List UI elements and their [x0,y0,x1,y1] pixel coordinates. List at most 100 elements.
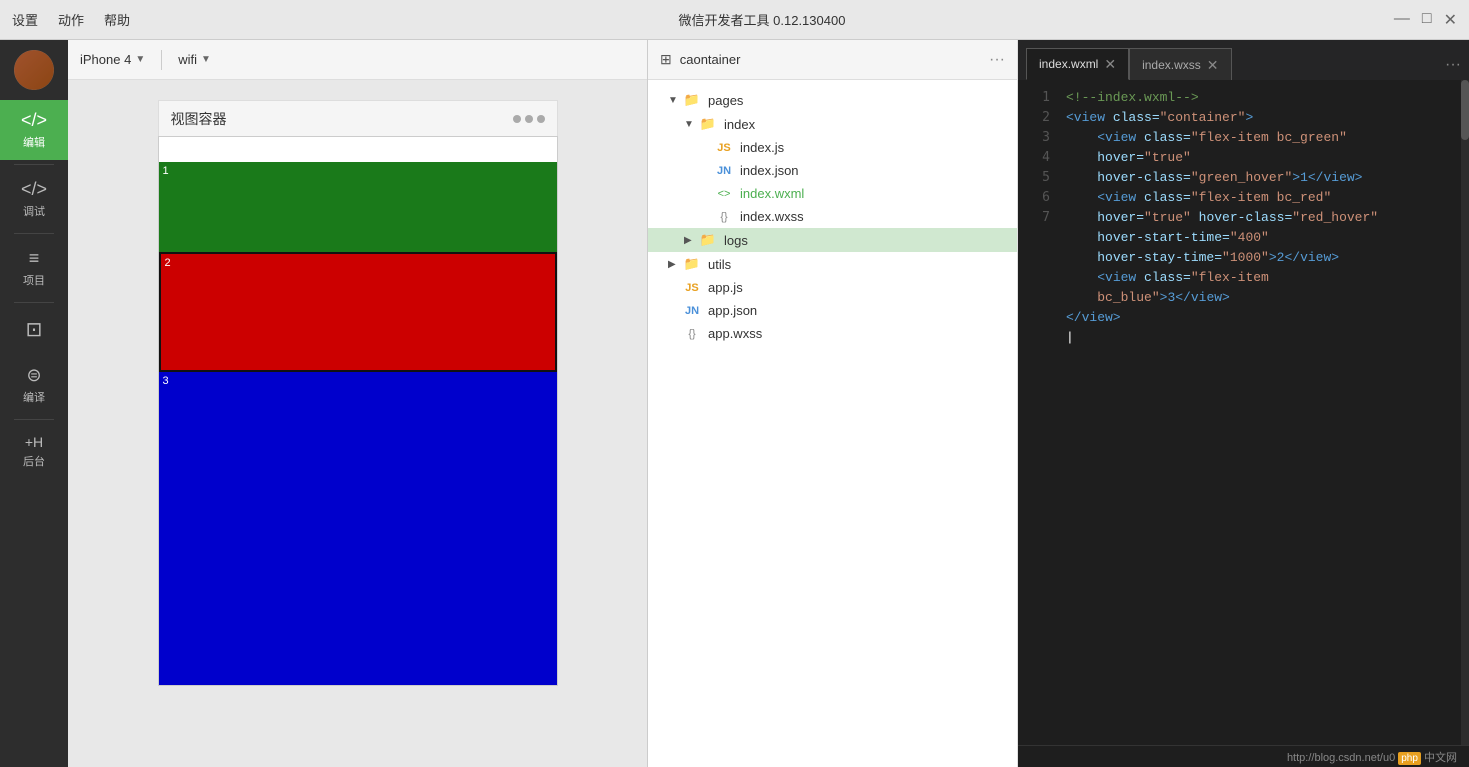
app-js-icon: JS [682,282,702,294]
titlebar: 设置 动作 帮助 微信开发者工具 0.12.130400 — □ ✕ [0,0,1469,40]
statusbar: http://blog.csdn.net/u0 php 中文网 [1018,745,1469,767]
filetree-more-button[interactable]: ··· [989,51,1005,69]
tree-item-pages[interactable]: ▼ 📁 pages [648,88,1017,112]
menu-help[interactable]: 帮助 [104,10,130,29]
filetree-icon: ⊞ [660,51,672,68]
maximize-button[interactable]: □ [1422,10,1432,30]
tree-item-utils[interactable]: ▶ 📁 utils [648,252,1017,276]
editor-area: index.wxml ✕ index.wxss ✕ ··· 1 2 3 4 5 … [1018,40,1469,767]
sidebar-item-edit[interactable]: </> 编辑 [0,100,68,160]
attr-hover-2: hover= [1097,210,1144,225]
val-1000: "1000" [1222,250,1269,265]
pages-folder-icon: 📁 [682,92,702,108]
js-icon: JS [714,142,734,154]
attr-class: class= [1113,110,1160,125]
sidebar-item-component[interactable]: ⊡ [0,307,68,355]
dot-2 [525,115,533,123]
dot-3 [537,115,545,123]
logs-label: logs [724,233,748,248]
tab-wxss-close[interactable]: ✕ [1207,58,1219,72]
tree-item-logs[interactable]: ▶ 📁 logs [648,228,1017,252]
tree-item-index-js[interactable]: JS index.js [648,136,1017,159]
statusbar-link-text: http://blog.csdn.net/u0 [1287,752,1395,764]
tag-3-text: >3</view> [1160,290,1230,305]
tree-item-app-wxss[interactable]: {} app.wxss [648,322,1017,345]
tree-item-index-wxss[interactable]: {} index.wxss [648,205,1017,228]
minimize-button[interactable]: — [1394,10,1410,30]
device-selector[interactable]: iPhone 4 ▼ [80,52,145,67]
filetree-toolbar: ⊞ caontainer ··· [648,40,1017,80]
logs-folder-icon: 📁 [698,232,718,248]
statusbar-suffix: 中文网 [1424,752,1457,764]
code-line-13: | [1058,328,1469,348]
app-json-label: app.json [708,303,757,318]
val-flex-green: "flex-item bc_green" [1191,130,1347,145]
network-dropdown-arrow[interactable]: ▼ [201,54,211,65]
code-line-7: hover="true" hover-class="red_hover" [1058,208,1469,228]
simulator-frame: 视图容器 1 2 3 [68,80,647,767]
tree-item-index-wxml[interactable]: <> index.wxml [648,182,1017,205]
tab-wxml-close[interactable]: ✕ [1104,57,1116,71]
sidebar-item-backend[interactable]: +H 后台 [0,424,68,479]
app-wxss-label: app.wxss [708,326,762,341]
tree-item-app-json[interactable]: JN app.json [648,299,1017,322]
simulator-toolbar: iPhone 4 ▼ wifi ▼ [68,40,647,80]
device-dropdown-arrow[interactable]: ▼ [135,54,145,65]
editor-content[interactable]: 1 2 3 4 5 6 7 <!--index.wxml--><view cla… [1018,80,1469,745]
tab-wxss-label: index.wxss [1142,58,1201,72]
attr-hover-start: hover-start-time= [1097,230,1230,245]
code-editor[interactable]: <!--index.wxml--><view class="container"… [1058,88,1469,737]
toolbar-separator-1 [161,50,162,70]
wxml-icon: <> [714,188,734,200]
line-num-5: 5 [1026,168,1050,188]
code-line-4: hover="true" [1058,148,1469,168]
tree-item-app-js[interactable]: JS app.js [648,276,1017,299]
component-icon: ⊡ [26,317,43,342]
network-selector[interactable]: wifi ▼ [178,52,211,67]
sidebar-label-compile: 编译 [23,389,45,405]
tab-wxml-label: index.wxml [1039,57,1098,71]
json-icon: JN [714,165,734,177]
val-flex-blue: "flex-item [1191,270,1269,285]
code-line-2: <view class="container"> [1058,108,1469,128]
attr-hover-class: hover-class= [1097,170,1191,185]
tag-2-text: >2</view> [1269,250,1339,265]
sidebar-item-debug[interactable]: </> 调试 [0,169,68,229]
editor-tabs-more[interactable]: ··· [1445,56,1461,80]
simulator-area: iPhone 4 ▼ wifi ▼ 视图容器 1 [68,40,648,767]
sidebar: </> 编辑 </> 调试 ≡ 项目 ⊡ ⊜ 编译 +H 后台 [0,40,68,767]
attr-class-3: class= [1144,190,1191,205]
app-title: 微信开发者工具 0.12.130400 [679,10,846,29]
close-button[interactable]: ✕ [1444,10,1457,30]
compile-icon: ⊜ [26,365,41,386]
sidebar-label-project: 项目 [23,272,45,288]
val-hover-true: "true" [1144,150,1191,165]
tree-item-index-json[interactable]: JN index.json [648,159,1017,182]
tab-index-wxss[interactable]: index.wxss ✕ [1129,48,1231,80]
line-numbers: 1 2 3 4 5 6 7 [1018,88,1058,737]
scrollbar-thumb[interactable] [1461,80,1469,140]
utils-label: utils [708,257,731,272]
menu-settings[interactable]: 设置 [12,10,38,29]
green-block: 1 [159,162,557,252]
val-400: "400" [1230,230,1269,245]
tree-item-index-folder[interactable]: ▼ 📁 index [648,112,1017,136]
line-num-3: 3 [1026,128,1050,148]
sidebar-item-compile[interactable]: ⊜ 编译 [0,355,68,415]
debug-icon: </> [21,179,47,200]
line-num-6: 6 [1026,188,1050,208]
tab-index-wxml[interactable]: index.wxml ✕ [1026,48,1129,80]
sidebar-label-backend: 后台 [23,453,45,469]
statusbar-link: http://blog.csdn.net/u0 php 中文网 [1287,749,1457,765]
tag-view-3: <view [1097,190,1144,205]
menu-actions[interactable]: 动作 [58,10,84,29]
project-icon: ≡ [29,248,40,269]
editor-scrollbar[interactable] [1461,80,1469,745]
filetree-title: caontainer [680,52,981,67]
val-container: "container" [1160,110,1246,125]
filetree-content: ▼ 📁 pages ▼ 📁 index JS index.js JN index… [648,80,1017,767]
sidebar-item-project[interactable]: ≡ 项目 [0,238,68,298]
code-line-6: <view class="flex-item bc_red" [1058,188,1469,208]
red-block: 2 [159,252,557,372]
val-red-hover: "red_hover" [1292,210,1378,225]
